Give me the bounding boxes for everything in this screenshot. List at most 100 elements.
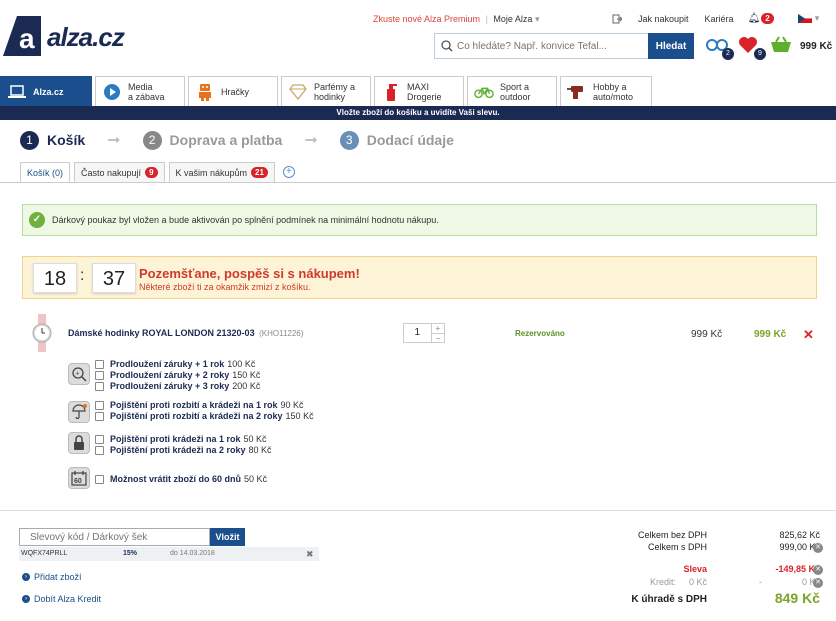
cart-button[interactable] (770, 36, 794, 56)
search-input[interactable] (457, 34, 637, 58)
svg-text:60: 60 (74, 478, 82, 485)
compare-count: 2 (722, 48, 734, 60)
checkbox[interactable] (95, 400, 104, 410)
increase-button[interactable]: + (431, 324, 444, 334)
remove-item-icon[interactable]: ✕ (803, 327, 814, 343)
step-cart[interactable]: 1 Košík (20, 130, 86, 150)
option-name: Prodloužení záruky + 1 rok (110, 359, 225, 369)
topup-credit-link[interactable]: › Dobít Alza Kredit (22, 594, 101, 604)
check-icon: ✓ (29, 212, 45, 228)
total-without-vat: 825,62 Kč (779, 530, 820, 540)
product-title: Dámské hodinky ROYAL LONDON 21320-03 (68, 328, 255, 338)
apply-coupon-button[interactable]: Vložit (210, 528, 245, 546)
logout-icon[interactable] (612, 14, 622, 24)
coupon-input[interactable] (20, 529, 205, 545)
success-message: Dárkový poukaz byl vložen a bude aktivov… (52, 215, 439, 225)
tab-often-bought[interactable]: Často nakupují 9 (74, 162, 165, 182)
tab-perfume[interactable]: Parfémy a hodinky (281, 76, 371, 106)
add-item-link[interactable]: › Přidat zboží (22, 572, 82, 582)
my-alza-link[interactable]: Moje Alza (493, 14, 532, 24)
arrow-right-icon: ➞ (107, 132, 121, 149)
bell-icon: 🔔︎ (747, 13, 761, 24)
cart-price[interactable]: 999 Kč (800, 41, 832, 52)
quantity-stepper[interactable]: 1 + − (403, 323, 445, 343)
step-delivery[interactable]: 3 Dodací údaje (339, 130, 454, 150)
option-price: 90 Kč (280, 400, 304, 410)
coupon-field (19, 528, 210, 546)
promo-banner: Vložte zboží do košíku a uvidíte Vaši sl… (0, 106, 836, 120)
warranty-option-3[interactable]: Prodloužení záruky + 3 roky 200 Kč (95, 381, 260, 391)
link-label: Dobít Alza Kredit (34, 594, 102, 604)
step-label: Košík (47, 132, 86, 148)
alza-logo[interactable]: a alza.cz (3, 14, 143, 58)
tab-toys[interactable]: Hračky (188, 76, 278, 106)
favorites-button[interactable]: 9 (738, 36, 766, 60)
logo-text: alza.cz (47, 22, 125, 52)
checkbox[interactable] (95, 370, 104, 380)
return-option[interactable]: Možnost vrátit zboží do 60 dnů 50 Kč (95, 474, 267, 484)
tab-label: Media a zábava (128, 81, 165, 102)
checkbox[interactable] (95, 434, 104, 444)
career-link[interactable]: Kariéra (705, 14, 734, 24)
how-to-buy-link[interactable]: Jak nakoupit (638, 14, 689, 24)
spray-icon (381, 83, 401, 101)
arrow-right-icon: ➞ (304, 132, 318, 149)
language-selector[interactable]: ▾ (797, 13, 819, 24)
search-button[interactable]: Hledat (648, 33, 694, 59)
step-label: Dodací údaje (366, 132, 454, 148)
checkbox[interactable] (95, 359, 104, 369)
right-links: Jak nakoupit Kariéra 🔔︎ 2 ▾ (612, 13, 829, 24)
step-number: 3 (339, 130, 359, 150)
warranty-option-2[interactable]: Prodloužení záruky + 2 roky 150 Kč (95, 370, 260, 380)
tab-alza[interactable]: Alza.cz (0, 76, 92, 106)
unit-price: 999 Kč (691, 329, 723, 340)
theft-option-2[interactable]: Pojištění proti krádeži na 2 roky 80 Kč (95, 445, 272, 455)
step-number: 2 (142, 130, 162, 150)
warranty-option-1[interactable]: Prodloužení záruky + 1 rok 100 Kč (95, 359, 255, 369)
tab-related[interactable]: K vašim nákupům 21 (168, 162, 275, 182)
total-without-vat-label: Celkem bez DPH (637, 530, 707, 540)
tab-label: Parfémy a hodinky (314, 81, 356, 102)
czech-flag-icon (797, 14, 812, 23)
theft-option-1[interactable]: Pojištění proti krádeži na 1 rok 50 Kč (95, 434, 267, 444)
discount-label: Sleva (683, 564, 707, 574)
info-icon[interactable]: ✕ (813, 543, 823, 553)
checkbox[interactable] (95, 474, 104, 484)
step-number: 1 (20, 130, 39, 150)
notifications[interactable]: 🔔︎ 2 (748, 13, 774, 24)
total-price: 999 Kč (754, 329, 787, 340)
timer-title: Pozemšťane, pospěš si s nákupem! (139, 266, 360, 281)
product-name[interactable]: Dámské hodinky ROYAL LONDON 21320-03 (KH… (68, 328, 303, 338)
tab-cart[interactable]: Košík (0) (20, 162, 71, 182)
tab-sport[interactable]: Sport a outdoor (467, 76, 557, 106)
chevron-down-icon[interactable]: ▾ (535, 14, 540, 24)
lock-icon (68, 432, 90, 454)
insurance-option-1[interactable]: Pojištění proti rozbití a krádeži na 1 r… (95, 400, 304, 410)
tab-label: Košík (0) (27, 167, 64, 178)
tab-hobby[interactable]: Hobby a auto/moto (560, 76, 652, 106)
quantity-value[interactable]: 1 (404, 324, 431, 342)
remove-credit-icon[interactable]: ✕ (813, 578, 823, 588)
compare-button[interactable]: 2 (706, 36, 734, 60)
checkbox[interactable] (95, 411, 104, 421)
divider (0, 182, 836, 183)
checkbox[interactable] (95, 381, 104, 391)
add-tab-icon[interactable]: + (282, 166, 295, 178)
remove-discount-icon[interactable]: ✕ (813, 565, 823, 575)
option-name: Prodloužení záruky + 3 roky (110, 381, 230, 391)
product-image[interactable] (32, 314, 52, 352)
checkbox[interactable] (95, 445, 104, 455)
option-name: Pojištění proti rozbití a krádeži na 1 r… (110, 400, 278, 410)
remove-coupon-icon[interactable]: ✖ (306, 549, 314, 560)
checkout-steps: 1 Košík ➞ 2 Doprava a platba ➞ 3 Dodací … (20, 130, 454, 150)
top-links: Zkuste nové Alza Premium | Moje Alza ▾ (373, 14, 540, 25)
decrease-button[interactable]: − (432, 334, 444, 343)
robot-icon (195, 83, 215, 101)
insurance-option-2[interactable]: Pojištění proti rozbití a krádeži na 2 r… (95, 411, 314, 421)
premium-link[interactable]: Zkuste nové Alza Premium (373, 14, 480, 24)
step-shipping[interactable]: 2 Doprava a platba (142, 130, 282, 150)
drill-icon (567, 83, 587, 101)
timer-colon: : (80, 267, 85, 284)
tab-media[interactable]: Media a zábava (95, 76, 185, 106)
tab-drugstore[interactable]: MAXI Drogerie (374, 76, 464, 106)
